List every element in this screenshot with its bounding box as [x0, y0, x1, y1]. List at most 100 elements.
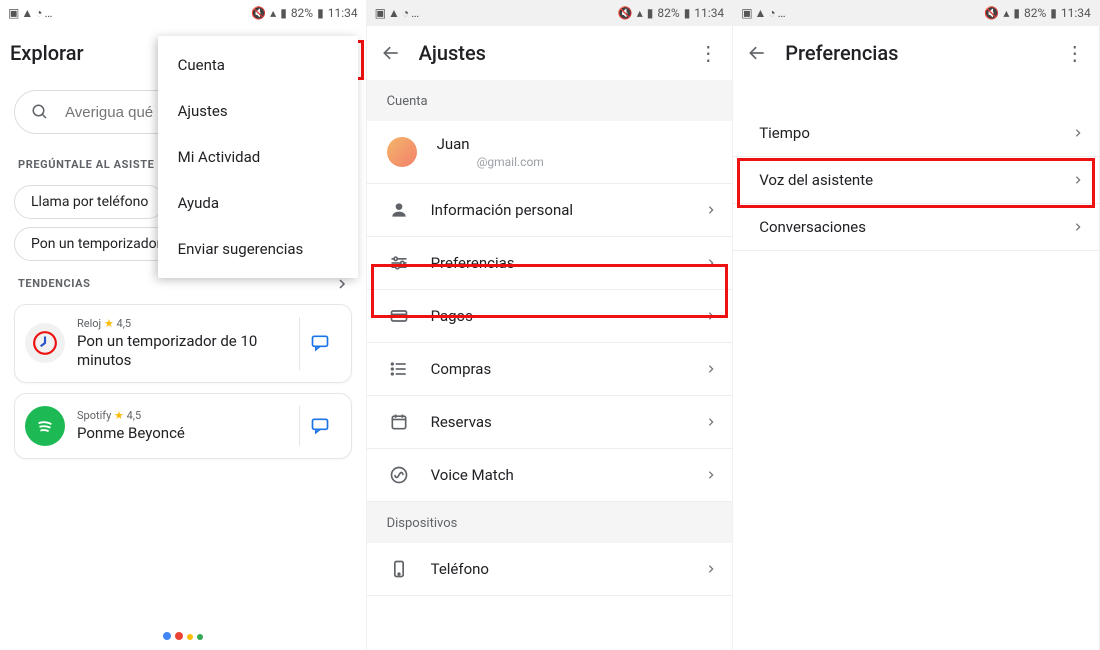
chevron-right-icon [706, 364, 716, 374]
warning-icon: ▲ [388, 7, 400, 19]
overflow-menu-button[interactable]: ⋮ [694, 39, 722, 67]
signal-icon: ▮ [647, 7, 654, 19]
battery-text: 82% [291, 6, 313, 20]
overflow-menu: Cuenta Ajustes Mi Actividad Ayuda Enviar… [158, 36, 358, 278]
row-purchases[interactable]: Compras [367, 343, 733, 396]
payment-icon [387, 304, 411, 328]
circle-icon: ◔ [768, 7, 775, 19]
menu-item-activity[interactable]: Mi Actividad [158, 134, 358, 180]
chevron-right-icon [1073, 128, 1083, 138]
overflow-menu-button[interactable]: ⋮ [1061, 39, 1089, 67]
time-text: 11:34 [694, 6, 724, 20]
row-assistant-voice[interactable]: Voz del asistente [733, 157, 1099, 204]
suggestion-chip[interactable]: Llama por teléfono [14, 185, 165, 219]
card-body: Reloj ★ 4,5 Pon un temporizador de 10 mi… [77, 317, 287, 370]
avatar [387, 137, 417, 167]
row-label: Reservas [431, 413, 687, 431]
search-icon [31, 103, 49, 121]
time-text: 11:34 [1061, 6, 1091, 20]
user-name: Juan [437, 135, 717, 153]
menu-item-account[interactable]: Cuenta [158, 42, 358, 88]
row-label: Teléfono [431, 560, 687, 578]
app-header: Preferencias ⋮ [733, 26, 1099, 80]
menu-item-settings[interactable]: Ajustes [158, 88, 358, 134]
trend-card[interactable]: Spotify ★ 4,5 Ponme Beyoncé [14, 393, 352, 459]
warning-icon: ▲ [21, 7, 33, 19]
wifi-icon: ▴ [270, 7, 276, 19]
row-label: Conversaciones [759, 218, 1061, 236]
back-button[interactable] [743, 39, 771, 67]
row-label: Pagos [431, 307, 687, 325]
assistant-logo[interactable] [163, 632, 203, 640]
card-app: Reloj [77, 317, 101, 330]
circle-icon: ◔ [35, 7, 42, 19]
page-title: Preferencias [785, 41, 1047, 65]
card-rating: 4,5 [127, 409, 142, 422]
row-label: Voice Match [431, 466, 687, 484]
account-row[interactable]: Juan @gmail.com [367, 121, 733, 184]
chevron-right-icon [706, 258, 716, 268]
calendar-icon [387, 410, 411, 434]
mute-icon: 🔇 [618, 7, 633, 19]
star-icon: ★ [114, 409, 127, 422]
suggestion-chip[interactable]: Pon un temporizador [14, 227, 178, 261]
tune-icon [387, 251, 411, 275]
row-label: Tiempo [759, 124, 1061, 142]
mute-icon: 🔇 [251, 7, 266, 19]
app-header: Ajustes ⋮ [367, 26, 733, 80]
page-title: Ajustes [419, 41, 681, 65]
person-icon [387, 198, 411, 222]
chevron-right-icon [706, 417, 716, 427]
battery-icon: ▮ [317, 7, 324, 19]
row-personal-info[interactable]: Información personal [367, 184, 733, 237]
card-body: Spotify ★ 4,5 Ponme Beyoncé [77, 409, 287, 443]
card-title: Ponme Beyoncé [77, 424, 287, 443]
category-devices: Dispositivos [367, 502, 733, 543]
account-text: Juan @gmail.com [437, 135, 717, 169]
row-payments[interactable]: Pagos [367, 290, 733, 343]
row-phone[interactable]: Teléfono [367, 543, 733, 596]
row-conversations[interactable]: Conversaciones [733, 204, 1099, 251]
category-account: Cuenta [367, 80, 733, 121]
status-bar: ▣ ▲ ◔ … 🔇 ▴ ▮ 82% ▮ 11:34 [733, 0, 1099, 26]
menu-item-feedback[interactable]: Enviar sugerencias [158, 226, 358, 272]
trends-label: TENDENCIAS [18, 277, 91, 290]
chevron-right-icon [1073, 175, 1083, 185]
status-left: ▣ ▲ ◔ … [375, 7, 420, 19]
chevron-right-icon [706, 311, 716, 321]
status-right: 🔇 ▴ ▮ 82% ▮ 11:34 [984, 6, 1090, 20]
message-button[interactable] [299, 317, 341, 370]
more-notif-icon: … [411, 7, 419, 19]
voice-icon [387, 463, 411, 487]
row-voice-match[interactable]: Voice Match [367, 449, 733, 502]
list-icon [387, 357, 411, 381]
picture-icon: ▣ [741, 7, 752, 19]
message-button[interactable] [299, 406, 341, 446]
more-notif-icon: … [44, 7, 52, 19]
picture-icon: ▣ [8, 7, 19, 19]
chevron-right-icon [336, 278, 348, 290]
menu-item-help[interactable]: Ayuda [158, 180, 358, 226]
chevron-right-icon [706, 470, 716, 480]
chevron-right-icon [706, 564, 716, 574]
circle-icon: ◔ [402, 7, 409, 19]
row-label: Compras [431, 360, 687, 378]
signal-icon: ▮ [280, 7, 287, 19]
user-email: @gmail.com [437, 155, 717, 169]
back-button[interactable] [377, 39, 405, 67]
trend-card[interactable]: Reloj ★ 4,5 Pon un temporizador de 10 mi… [14, 304, 352, 383]
battery-text: 82% [1024, 6, 1046, 20]
row-reservations[interactable]: Reservas [367, 396, 733, 449]
spotify-icon [25, 406, 65, 446]
row-label: Voz del asistente [759, 171, 1061, 189]
card-rating: 4,5 [117, 317, 132, 330]
card-app: Spotify [77, 409, 111, 422]
battery-text: 82% [657, 6, 679, 20]
row-preferences[interactable]: Preferencias [367, 237, 733, 290]
star-icon: ★ [104, 317, 117, 330]
row-weather[interactable]: Tiempo [733, 110, 1099, 157]
row-label: Información personal [431, 201, 687, 219]
chevron-right-icon [1073, 222, 1083, 232]
wifi-icon: ▴ [637, 7, 643, 19]
more-notif-icon: … [778, 7, 786, 19]
